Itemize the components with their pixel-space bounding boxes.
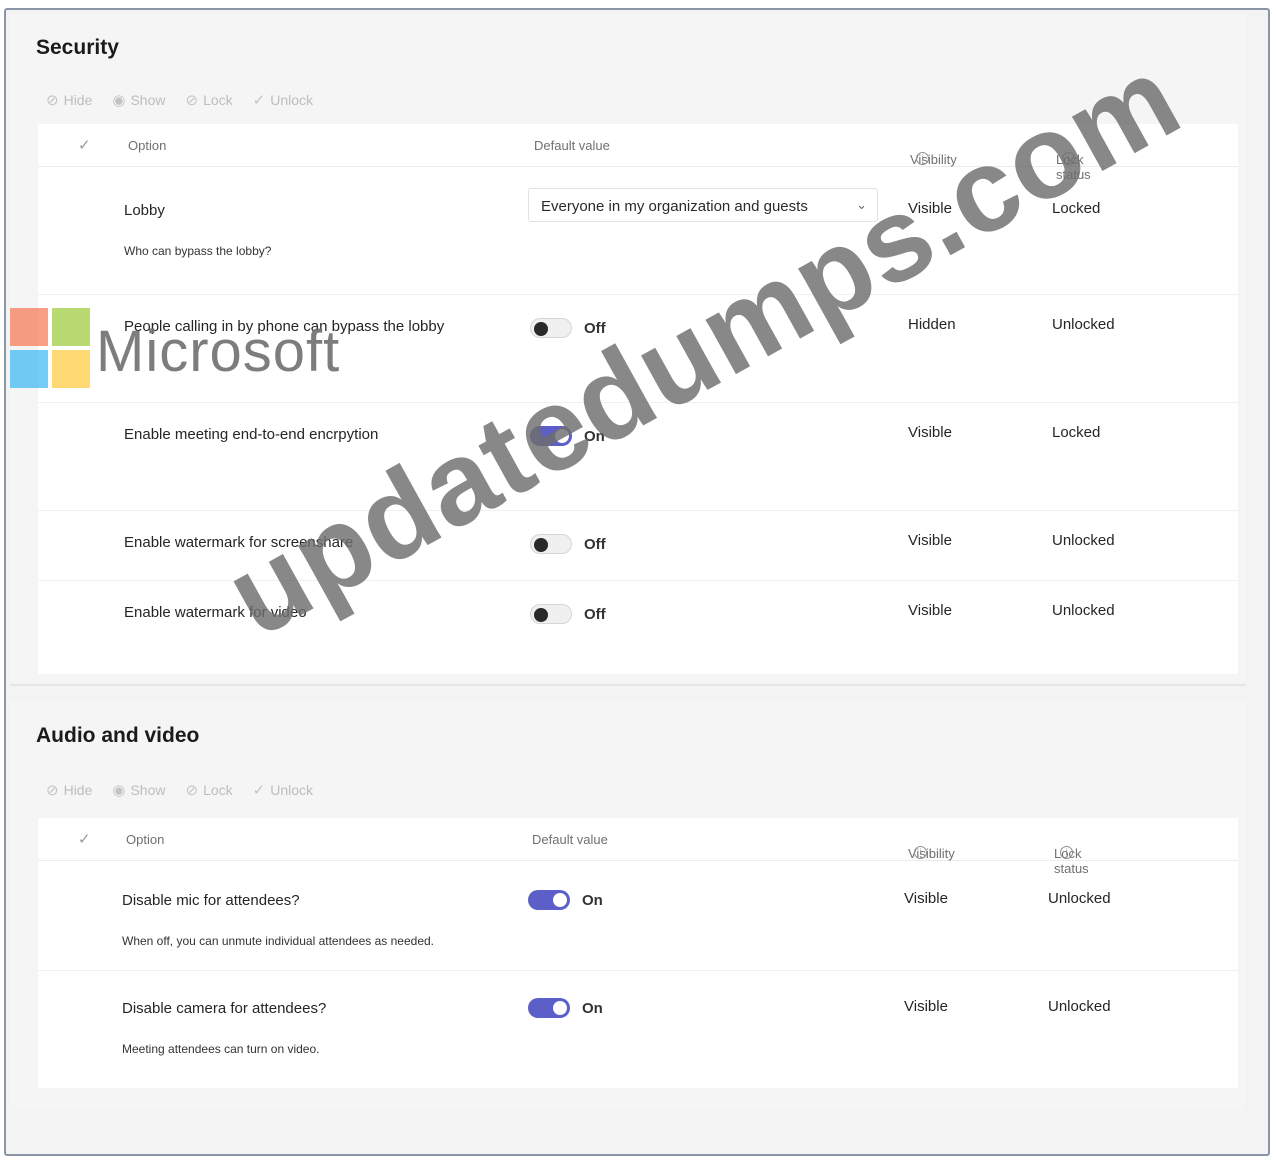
lock-status-value: Unlocked [1052, 316, 1115, 333]
info-icon: i [1060, 846, 1073, 859]
lock-status-value: Unlocked [1052, 532, 1115, 549]
col-option: Option [128, 138, 167, 153]
eye-icon: ◉ [112, 782, 126, 799]
toggle-state: Off [584, 605, 606, 623]
toggle-state: Off [584, 535, 606, 553]
lock-status-value: Unlocked [1052, 602, 1115, 619]
lock-button[interactable]: ⊘ Lock [186, 91, 233, 109]
select-all-checkbox[interactable]: ✓ [78, 830, 91, 848]
lock-status-value: Locked [1052, 424, 1101, 441]
security-toolbar: ⊘ Hide ◉ Show ⊘ Lock ✓ Unlock [46, 80, 313, 120]
toggle-switch[interactable] [530, 318, 572, 338]
logo-red-square [10, 308, 48, 346]
option-label: Disable camera for attendees? [122, 1000, 327, 1017]
visibility-value: Hidden [908, 316, 956, 333]
option-description: When off, you can unmute individual atte… [122, 934, 434, 948]
show-button[interactable]: ◉ Show [112, 781, 165, 799]
visibility-value: Visible [904, 998, 948, 1015]
lock-icon: ⊘ [185, 782, 199, 799]
microsoft-logo [10, 308, 92, 390]
option-label: Disable mic for attendees? [122, 892, 300, 909]
table-row[interactable]: Disable mic for attendees? When off, you… [38, 862, 1238, 971]
lock-icon: ⊘ [185, 92, 199, 109]
toggle-switch[interactable] [528, 890, 570, 910]
visibility-value: Visible [904, 890, 948, 907]
hide-icon: ⊘ [46, 92, 59, 109]
lock-status-value: Unlocked [1048, 998, 1111, 1015]
visibility-value: Visible [908, 424, 952, 441]
section-title: Audio and video [36, 724, 200, 747]
hide-button[interactable]: ⊘ Hide [46, 91, 92, 109]
table-header: ✓ Option Default value Visibility i Lock … [38, 818, 1238, 876]
info-icon: i [914, 846, 927, 859]
section-title: Security [36, 36, 119, 59]
option-label: Enable meeting end-to-end encrpytion [124, 426, 379, 443]
option-description: Meeting attendees can turn on video. [122, 1042, 320, 1056]
option-description: Who can bypass the lobby? [124, 244, 272, 258]
watermark-screenshare-toggle[interactable]: Off [530, 534, 606, 554]
lock-button[interactable]: ⊘ Lock [186, 781, 233, 799]
col-option: Option [126, 832, 165, 847]
hide-icon: ⊘ [46, 782, 59, 799]
audio-video-table: ✓ Option Default value Visibility i Lock … [38, 818, 1238, 1088]
logo-blue-square [10, 350, 48, 388]
visibility-value: Visible [908, 602, 952, 619]
toggle-switch[interactable] [528, 998, 570, 1018]
microsoft-watermark-text: Microsoft [96, 319, 341, 384]
watermark-video-toggle[interactable]: Off [530, 604, 606, 624]
unlock-icon: ✓ [252, 782, 266, 799]
show-button[interactable]: ◉ Show [112, 91, 165, 109]
visibility-value: Visible [908, 532, 952, 549]
hide-button[interactable]: ⊘ Hide [46, 781, 92, 799]
toggle-state: On [582, 891, 603, 909]
option-label: Lobby [124, 202, 165, 219]
disable-camera-toggle[interactable]: On [528, 998, 603, 1018]
unlock-button[interactable]: ✓ Unlock [253, 91, 313, 109]
toggle-switch[interactable] [530, 604, 572, 624]
toggle-state: On [582, 999, 603, 1017]
audio-video-toolbar: ⊘ Hide ◉ Show ⊘ Lock ✓ Unlock [46, 770, 313, 810]
toggle-switch[interactable] [530, 534, 572, 554]
logo-yellow-square [52, 350, 90, 388]
unlock-icon: ✓ [252, 92, 266, 109]
lock-status-value: Unlocked [1048, 890, 1111, 907]
audio-video-section: Audio and video ⊘ Hide ◉ Show ⊘ Lock ✓ Unloc… [10, 700, 1246, 1110]
col-default-value: Default value [532, 832, 608, 847]
select-all-checkbox[interactable]: ✓ [78, 136, 91, 154]
section-divider [10, 684, 1246, 686]
unlock-button[interactable]: ✓ Unlock [253, 781, 313, 799]
table-row[interactable]: Enable watermark for video Off Visible U… [38, 580, 1238, 660]
disable-mic-toggle[interactable]: On [528, 890, 603, 910]
eye-icon: ◉ [112, 92, 126, 109]
logo-green-square [52, 308, 90, 346]
col-default-value: Default value [534, 138, 610, 153]
table-row[interactable]: Disable camera for attendees? Meeting at… [38, 970, 1238, 1080]
